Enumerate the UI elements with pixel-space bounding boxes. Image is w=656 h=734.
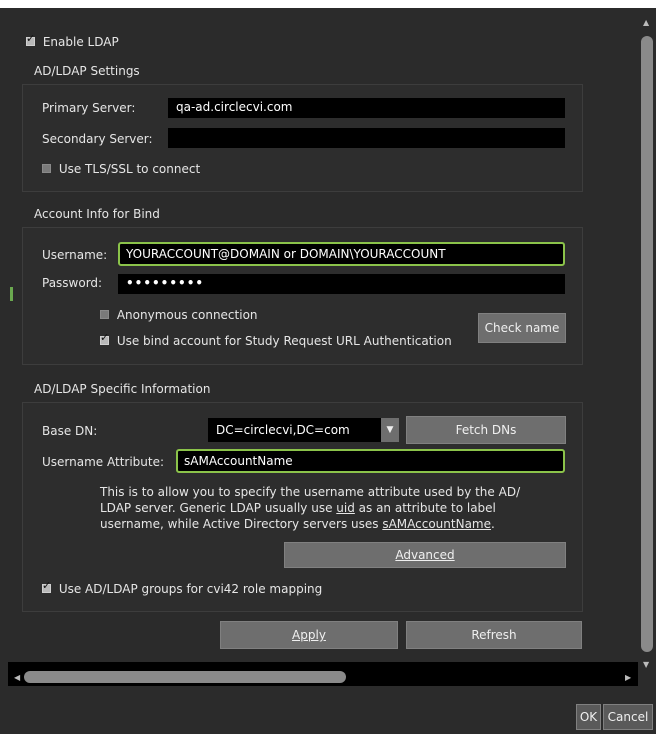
anonymous-checkbox[interactable]: [100, 310, 109, 319]
username-input[interactable]: YOURACCOUNT@DOMAIN or DOMAIN\YOURACCOUNT: [118, 242, 565, 266]
vertical-scroll-thumb[interactable]: [641, 36, 653, 652]
groups-checkbox[interactable]: [42, 579, 51, 593]
help-line-2b-text: as an attribute to label: [354, 501, 496, 515]
specific-title: AD/LDAP Specific Information: [34, 382, 211, 396]
groups-label: Use AD/LDAP groups for cvi42 role mappin…: [58, 581, 323, 596]
anonymous-row[interactable]: Anonymous connection: [100, 307, 258, 322]
ok-button[interactable]: OK: [576, 704, 601, 730]
apply-button[interactable]: Apply: [220, 621, 398, 649]
username-attribute-label: Username Attribute:: [42, 455, 165, 469]
username-attribute-input[interactable]: sAMAccountName: [176, 449, 565, 473]
help-line-3b-text: .: [491, 517, 495, 531]
study-request-checkbox[interactable]: [100, 331, 109, 345]
help-text: This is to allow you to specify the user…: [100, 484, 570, 532]
scroll-left-icon[interactable]: ◀: [14, 673, 20, 682]
primary-server-label: Primary Server:: [42, 101, 136, 115]
primary-server-input[interactable]: qa-ad.circlecvi.com: [168, 98, 565, 118]
password-label: Password:: [42, 276, 103, 290]
check-name-button[interactable]: Check name: [478, 313, 566, 343]
help-line-2-text: LDAP server. Generic LDAP usually use: [100, 501, 337, 515]
tls-row[interactable]: Use TLS/SSL to connect: [42, 161, 200, 176]
apply-label: Apply: [292, 628, 326, 642]
help-line-3-text: username, while Active Directory servers…: [100, 517, 383, 531]
top-band: [0, 0, 656, 8]
uid-link[interactable]: uid: [336, 501, 355, 515]
secondary-server-input[interactable]: [168, 128, 565, 148]
scroll-down-icon[interactable]: ▼: [643, 660, 649, 669]
study-request-row[interactable]: Use bind account for Study Request URL A…: [100, 331, 452, 348]
enable-ldap-checkbox[interactable]: [26, 32, 35, 46]
cancel-button[interactable]: Cancel: [603, 704, 653, 730]
secondary-server-label: Secondary Server:: [42, 132, 153, 146]
study-request-label: Use bind account for Study Request URL A…: [116, 333, 452, 348]
tls-checkbox[interactable]: [42, 164, 51, 173]
username-label: Username:: [42, 248, 108, 262]
groups-row[interactable]: Use AD/LDAP groups for cvi42 role mappin…: [42, 579, 323, 596]
samaccountname-link[interactable]: sAMAccountName: [382, 517, 491, 531]
fetch-dns-button[interactable]: Fetch DNs: [406, 416, 566, 444]
anonymous-label: Anonymous connection: [116, 307, 258, 322]
horizontal-scroll-thumb[interactable]: [24, 671, 346, 683]
advanced-label: Advanced: [395, 548, 455, 562]
help-line-2: LDAP server. Generic LDAP usually use ui…: [100, 500, 570, 516]
left-indicator: [10, 287, 13, 301]
help-line-3: username, while Active Directory servers…: [100, 516, 570, 532]
enable-ldap-row[interactable]: Enable LDAP: [26, 32, 119, 49]
ldap-settings-panel: Enable LDAP AD/LDAP Settings Primary Ser…: [8, 8, 638, 662]
bind-title: Account Info for Bind: [34, 207, 160, 221]
help-line-1: This is to allow you to specify the user…: [100, 485, 521, 499]
password-input[interactable]: •••••••••: [118, 274, 565, 294]
chevron-down-icon[interactable]: ▼: [381, 418, 399, 442]
base-dn-label: Base DN:: [42, 424, 98, 438]
enable-ldap-label: Enable LDAP: [42, 34, 119, 49]
base-dn-select[interactable]: DC=circlecvi,DC=com: [208, 418, 381, 442]
advanced-button[interactable]: Advanced: [284, 542, 566, 568]
scroll-up-icon[interactable]: ▲: [643, 18, 649, 27]
ad-ldap-settings-title: AD/LDAP Settings: [34, 64, 140, 78]
tls-label: Use TLS/SSL to connect: [58, 161, 201, 176]
refresh-button[interactable]: Refresh: [406, 621, 582, 649]
scroll-right-icon[interactable]: ▶: [625, 673, 631, 682]
dialog-footer: [0, 686, 656, 734]
